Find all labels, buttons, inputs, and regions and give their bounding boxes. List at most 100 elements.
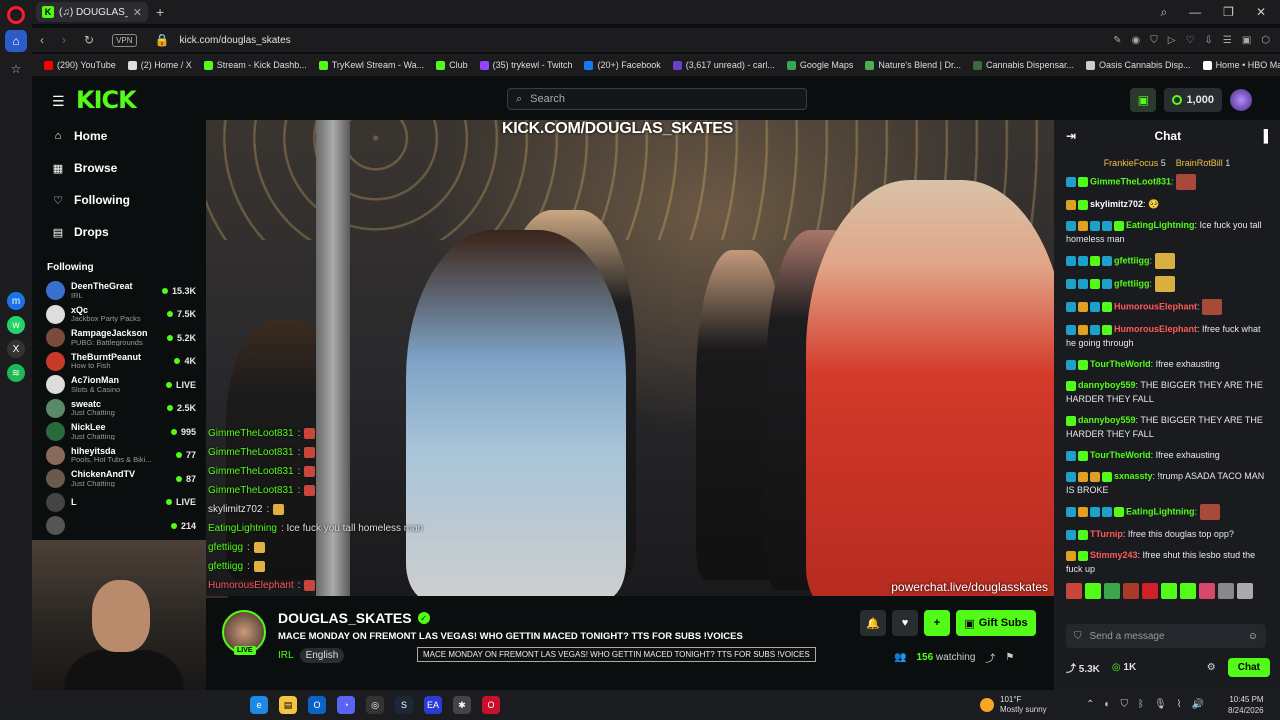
play-icon[interactable]: ▷ — [1168, 35, 1176, 46]
tab-kick[interactable]: K (♫) DOUGLAS_SKATES St ✕ — [36, 2, 148, 22]
chevron-up-icon[interactable]: ⌃ — [1086, 699, 1094, 710]
chat-username[interactable]: TourTheWorld — [1090, 450, 1151, 460]
obs-icon[interactable]: ◎ — [366, 696, 384, 714]
close-tab-icon[interactable]: ✕ — [133, 6, 142, 19]
bookmark-icon[interactable]: ☆ — [5, 58, 27, 80]
chat-username[interactable]: GimmeTheLoot831 — [1090, 176, 1171, 186]
bookmark-item[interactable]: Google Maps — [786, 60, 853, 70]
top-gifter[interactable]: BrainRotBill 1 — [1176, 158, 1231, 168]
bookmark-item[interactable]: TryKewl Stream - Wa... — [318, 60, 424, 70]
ea-icon[interactable]: EA — [424, 696, 442, 714]
chat-username[interactable]: HumorousElephant — [1114, 301, 1197, 311]
chat-username[interactable]: sxnassty — [1114, 471, 1153, 481]
chat-username[interactable]: dannyboy559 — [1078, 380, 1136, 390]
bookmark-item[interactable]: (2) Home / X — [127, 60, 192, 70]
category-link[interactable]: IRL — [278, 650, 294, 661]
tray-app-icon[interactable]: ◐ — [1104, 699, 1110, 710]
gift-icon[interactable]: ▣ — [1130, 88, 1157, 112]
menu-icon[interactable]: ☰ — [1223, 35, 1232, 46]
discord-icon[interactable]: ◔ — [337, 696, 355, 714]
edge-icon[interactable]: e — [250, 696, 268, 714]
following-channel[interactable]: RampageJackson PUBG: Battlegrounds 5.2K — [32, 326, 206, 350]
emoji-icon[interactable]: ☺ — [1248, 631, 1258, 642]
minimize-icon[interactable]: — — [1189, 5, 1201, 20]
file-explorer-icon[interactable]: ▤ — [279, 696, 297, 714]
chat-username[interactable]: Stimmy243 — [1090, 550, 1138, 560]
messenger-icon[interactable]: m — [7, 292, 25, 310]
chat-input[interactable]: ⛉ Send a message ☺ — [1066, 624, 1266, 648]
new-tab-icon[interactable]: + — [156, 4, 164, 20]
streamer-name[interactable]: DOUGLAS_SKATES — [278, 610, 412, 626]
following-channel[interactable]: NickLee Just Chatting 995 — [32, 420, 206, 444]
url-field[interactable]: kick.com/douglas_skates — [179, 35, 290, 46]
shield-icon[interactable]: ⛉ — [1120, 699, 1128, 710]
top-gifter[interactable]: FrankieFocus 5 — [1104, 158, 1166, 168]
bluetooth-icon[interactable]: ᛒ — [1138, 699, 1144, 710]
steam-icon[interactable]: S — [395, 696, 413, 714]
chat-username[interactable]: TourTheWorld — [1090, 359, 1151, 369]
whatsapp-icon[interactable]: w — [7, 316, 25, 334]
network-icon[interactable]: ⌇ — [1177, 699, 1182, 710]
outlook-icon[interactable]: O — [308, 696, 326, 714]
download-icon[interactable]: ⇩ — [1204, 35, 1212, 46]
edit-icon[interactable]: ✎ — [1113, 35, 1121, 46]
following-channel[interactable]: TheBurntPeanut How to Fish 4K — [32, 350, 206, 374]
maximize-icon[interactable]: ❐ — [1223, 5, 1234, 20]
following-channel[interactable]: hiheyitsda Pools, Hot Tubs & Biki... 77 — [32, 444, 206, 468]
wallet-icon[interactable]: ▣ — [1242, 35, 1251, 46]
chat-username[interactable]: EatingLightning — [1126, 220, 1194, 230]
search-input[interactable]: ⌕ Search — [507, 88, 807, 110]
bookmark-item[interactable]: (290) YouTube — [44, 60, 116, 70]
following-channel[interactable]: 214 — [32, 514, 206, 538]
nav-item-following[interactable]: ♡ Following — [32, 184, 206, 216]
reload-icon[interactable]: ↻ — [84, 33, 94, 47]
settings-icon[interactable]: ⚙ — [1207, 662, 1216, 673]
chat-username[interactable]: EatingLightning — [1126, 506, 1194, 516]
chat-username[interactable]: skylimitz702 — [1090, 199, 1143, 209]
report-icon[interactable]: ⚑ — [1005, 652, 1014, 663]
following-channel[interactable]: xQc Jackbox Party Packs 7.5K — [32, 303, 206, 327]
chat-username[interactable]: gfettiigg — [1114, 255, 1150, 265]
bookmark-item[interactable]: Home • HBO Max — [1202, 60, 1280, 70]
app-icon[interactable]: ✱ — [453, 696, 471, 714]
notification-button[interactable]: 🔔 — [860, 610, 886, 636]
close-window-icon[interactable]: ✕ — [1256, 5, 1266, 20]
clock[interactable]: 10:45 PM 8/24/2026 — [1228, 694, 1264, 716]
gift-subs-button[interactable]: ▣ Gift Subs — [956, 610, 1036, 636]
forward-icon[interactable]: › — [62, 33, 66, 47]
volume-icon[interactable]: 🔊 — [1192, 699, 1204, 710]
user-avatar[interactable] — [1230, 89, 1252, 111]
following-channel[interactable]: Ac7ionMan Slots & Casino LIVE — [32, 373, 206, 397]
bookmark-item[interactable]: Club — [436, 60, 468, 70]
shield-icon[interactable]: ⛉ — [1150, 35, 1158, 46]
following-channel[interactable]: sweatc Just Chatting 2.5K — [32, 397, 206, 421]
nav-item-home[interactable]: ⌂ Home — [32, 120, 206, 152]
nav-item-drops[interactable]: ▤ Drops — [32, 216, 206, 248]
vpn-badge[interactable]: VPN — [112, 33, 137, 47]
camera-icon[interactable]: ◉ — [1132, 35, 1141, 46]
bookmark-item[interactable]: Oasis Cannabis Disp... — [1086, 60, 1191, 70]
weather-widget[interactable]: 101°F Mostly sunny — [980, 695, 1047, 715]
back-icon[interactable]: ‹ — [40, 33, 44, 47]
mic-icon[interactable]: 🎙 — [1154, 699, 1167, 710]
video-player[interactable]: KICK.COM/DOUGLAS_SKATES GimmeTheLoot831:… — [206, 120, 1054, 596]
search-tabs-icon[interactable]: ⌕ — [1160, 5, 1167, 20]
heart-icon[interactable]: ♡ — [1185, 35, 1194, 46]
opera-taskbar-icon[interactable]: O — [482, 696, 500, 714]
x-icon[interactable]: X — [7, 340, 25, 358]
bookmark-item[interactable]: (3,617 unread) - carl... — [672, 60, 775, 70]
chat-username[interactable]: TTurnip — [1090, 529, 1123, 539]
chat-users-icon[interactable]: ▐ — [1259, 129, 1268, 143]
kick-logo[interactable]: KICK — [76, 86, 137, 114]
home-icon[interactable]: ⌂ — [5, 30, 27, 52]
hamburger-menu-icon[interactable]: ☰ — [52, 93, 65, 110]
bookmark-item[interactable]: Stream - Kick Dashb... — [203, 60, 307, 70]
following-channel[interactable]: DeenTheGreat IRL 15.3K — [32, 279, 206, 303]
bookmark-item[interactable]: Nature's Blend | Dr... — [865, 60, 961, 70]
bookmark-item[interactable]: Cannabis Dispensar... — [972, 60, 1074, 70]
opera-logo-icon[interactable] — [7, 6, 25, 24]
collapse-chat-icon[interactable]: ⇥ — [1066, 129, 1076, 143]
chat-username[interactable]: gfettiigg — [1114, 278, 1150, 288]
extensions-icon[interactable]: ⬡ — [1261, 35, 1270, 46]
spotify-icon[interactable]: ≋ — [7, 364, 25, 382]
